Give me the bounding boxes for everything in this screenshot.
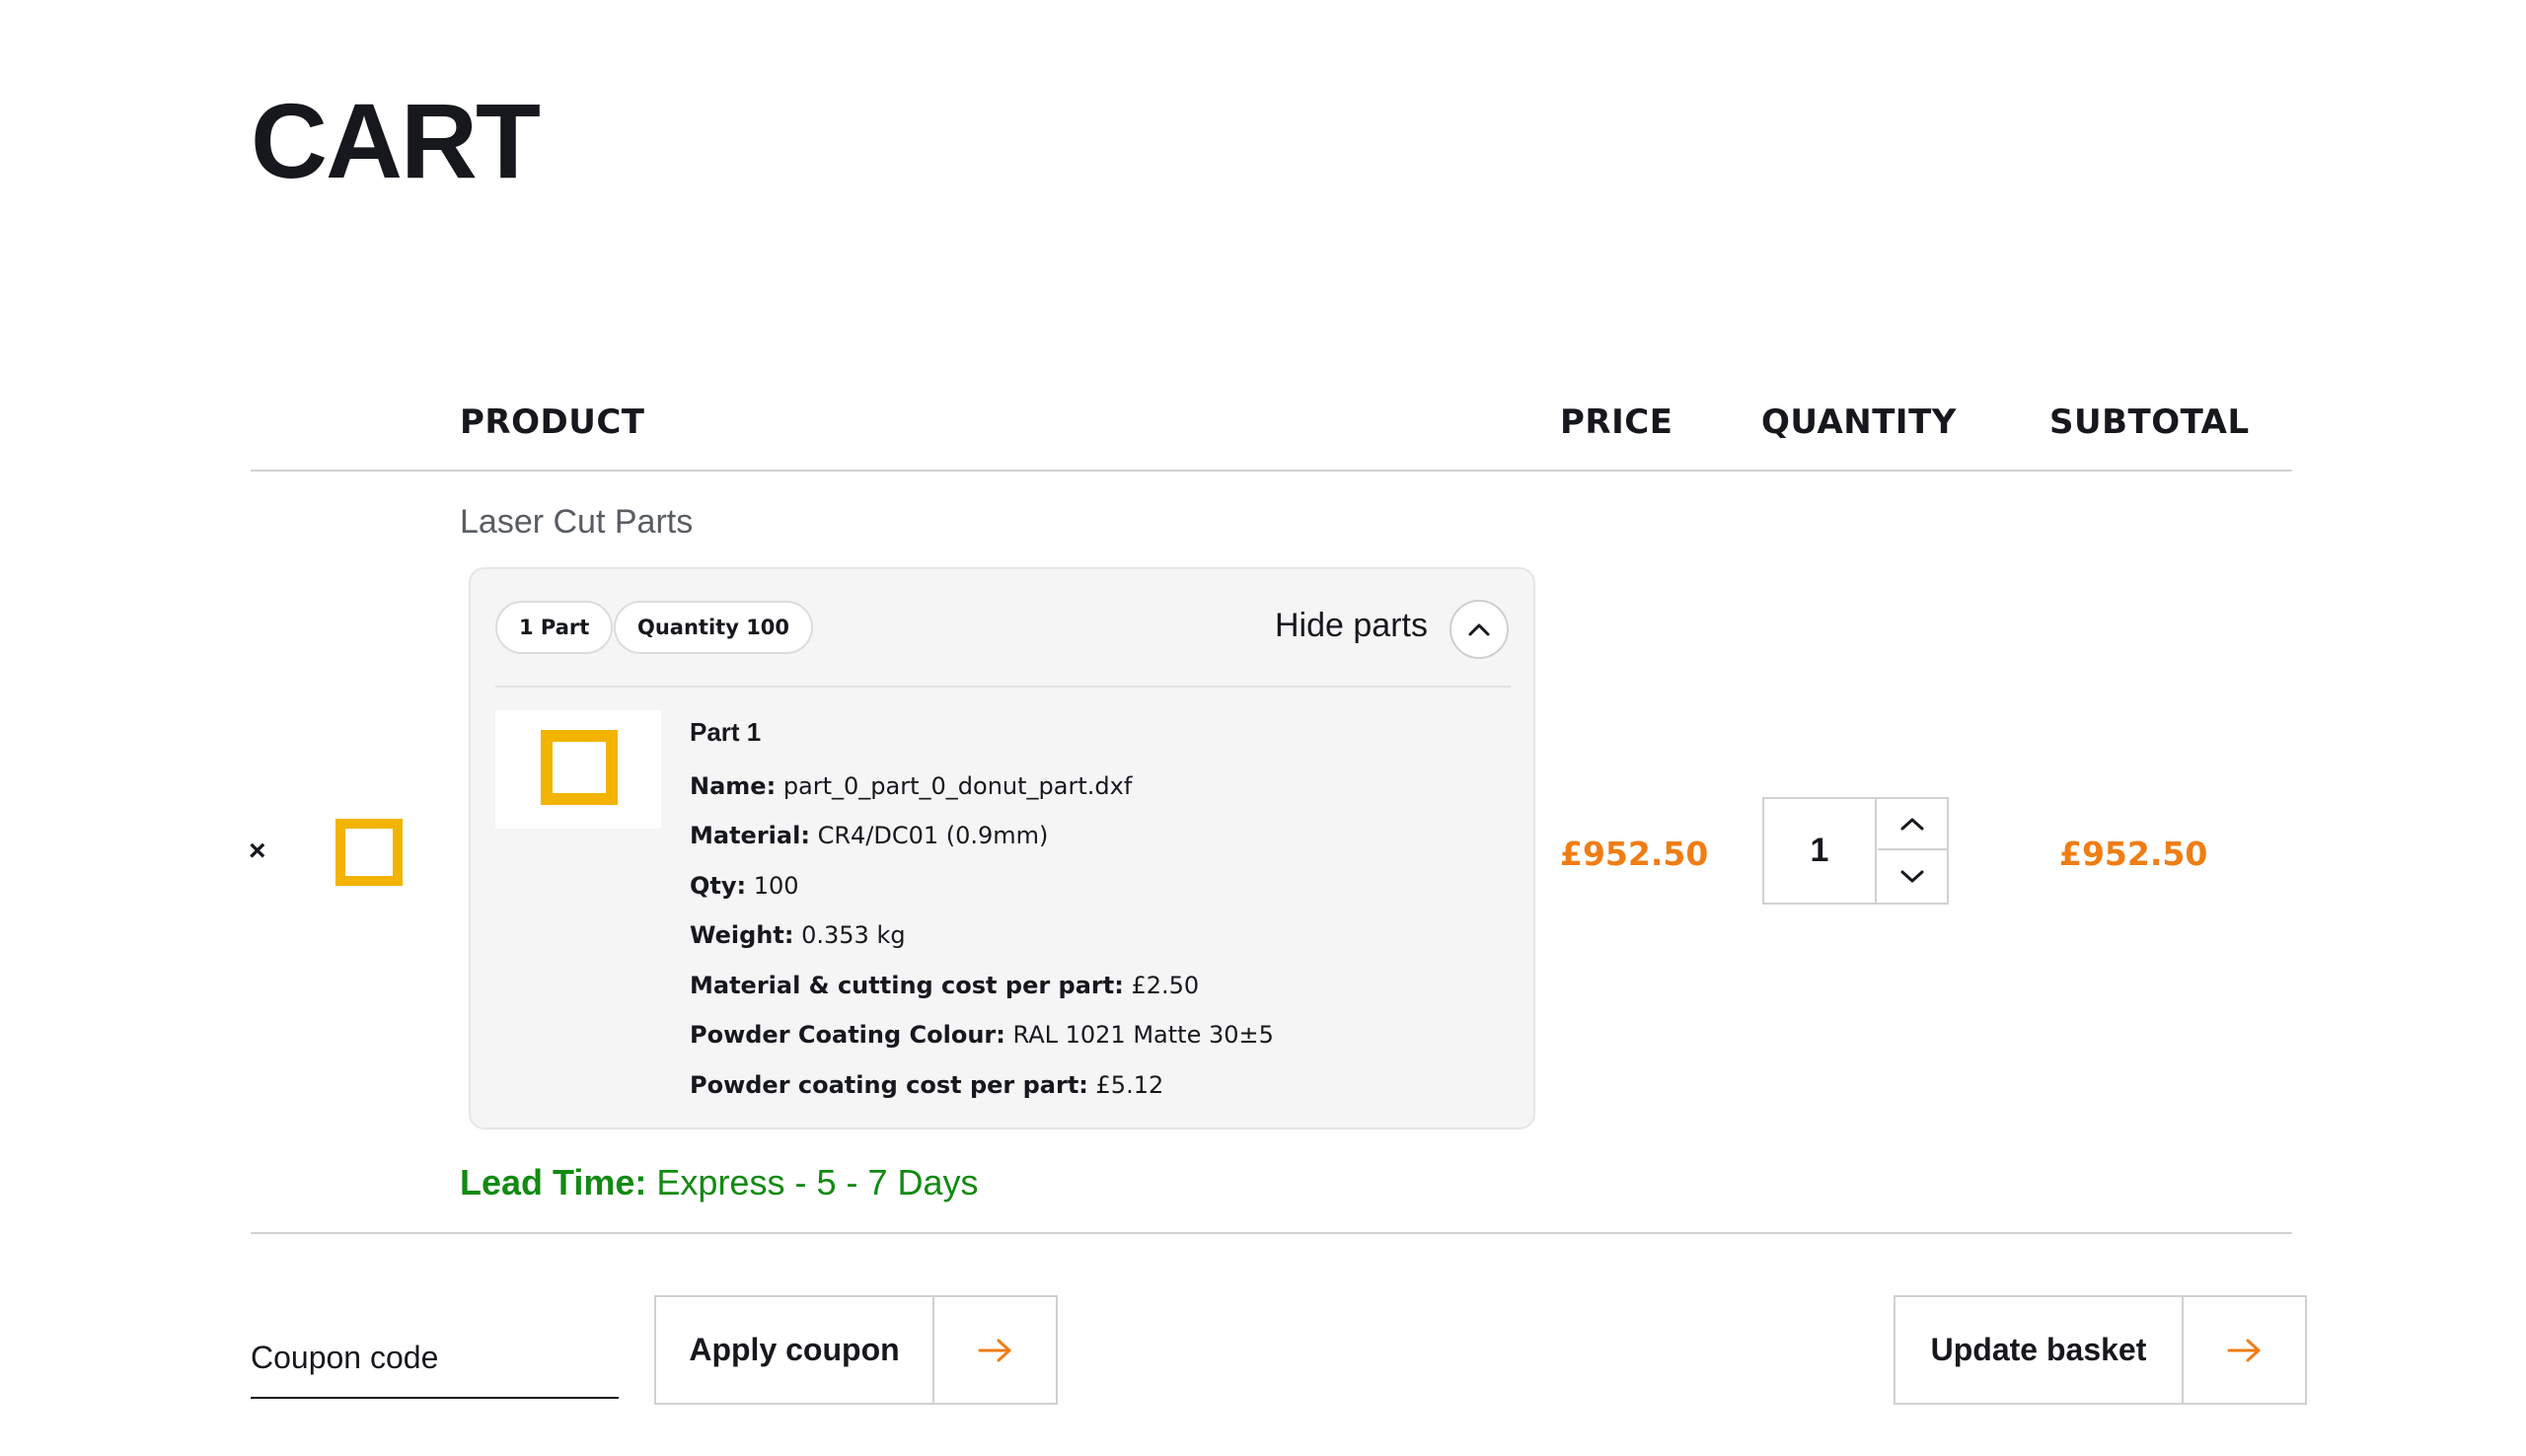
- remove-item-button[interactable]: ×: [249, 835, 266, 868]
- part-thumbnail: [495, 710, 661, 829]
- spec-qty: Qty: 100: [690, 872, 799, 900]
- spec-coating-colour: Powder Coating Colour: RAL 1021 Matte 30…: [690, 1021, 1274, 1049]
- spec-cutting-cost: Material & cutting cost per part: £2.50: [690, 972, 1200, 999]
- row-divider: [251, 1232, 2292, 1234]
- hide-parts-button[interactable]: [1449, 600, 1509, 659]
- column-header-quantity: QUANTITY: [1761, 402, 1957, 442]
- part-shape-preview: [541, 730, 618, 805]
- column-header-price: PRICE: [1560, 402, 1673, 442]
- part-title: Part 1: [690, 717, 762, 747]
- quantity-input[interactable]: 1: [1764, 799, 1877, 903]
- parts-count-chip: 1 Part: [495, 601, 614, 654]
- product-thumbnail[interactable]: [335, 819, 403, 886]
- coupon-code-input[interactable]: [251, 1318, 619, 1399]
- product-category-name: Laser Cut Parts: [460, 503, 694, 541]
- quantity-decrease-button[interactable]: [1878, 851, 1947, 903]
- column-header-product: PRODUCT: [460, 402, 645, 442]
- arrow-right-icon: [934, 1297, 1056, 1403]
- chevron-up-icon: [1900, 818, 1924, 831]
- lead-time: Lead Time: Express - 5 - 7 Days: [460, 1162, 979, 1202]
- update-basket-label: Update basket: [1895, 1297, 2184, 1403]
- spec-material: Material: CR4/DC01 (0.9mm): [690, 822, 1049, 849]
- update-basket-button[interactable]: Update basket: [1894, 1295, 2307, 1405]
- apply-coupon-button[interactable]: Apply coupon: [654, 1295, 1058, 1405]
- page-title: CART: [251, 81, 541, 200]
- item-price: £952.50: [1560, 835, 1709, 873]
- quantity-increase-button[interactable]: [1878, 799, 1947, 850]
- panel-divider: [495, 686, 1511, 688]
- apply-coupon-label: Apply coupon: [656, 1297, 934, 1403]
- column-header-subtotal: SUBTOTAL: [2049, 402, 2250, 442]
- spec-name: Name: part_0_part_0_donut_part.dxf: [690, 772, 1133, 800]
- quantity-chip: Quantity 100: [614, 601, 814, 654]
- chevron-down-icon: [1900, 870, 1924, 883]
- chevron-up-icon: [1468, 623, 1490, 636]
- hide-parts-label[interactable]: Hide parts: [1275, 607, 1428, 645]
- item-subtotal: £952.50: [2059, 835, 2208, 873]
- spec-coating-cost: Powder coating cost per part: £5.12: [690, 1071, 1164, 1099]
- quantity-stepper: 1: [1762, 797, 1949, 905]
- arrow-right-icon: [2184, 1297, 2305, 1403]
- parts-panel: 1 Part Quantity 100 Hide parts Part 1 Na…: [469, 567, 1535, 1129]
- spec-weight: Weight: 0.353 kg: [690, 921, 906, 949]
- header-divider: [251, 470, 2292, 472]
